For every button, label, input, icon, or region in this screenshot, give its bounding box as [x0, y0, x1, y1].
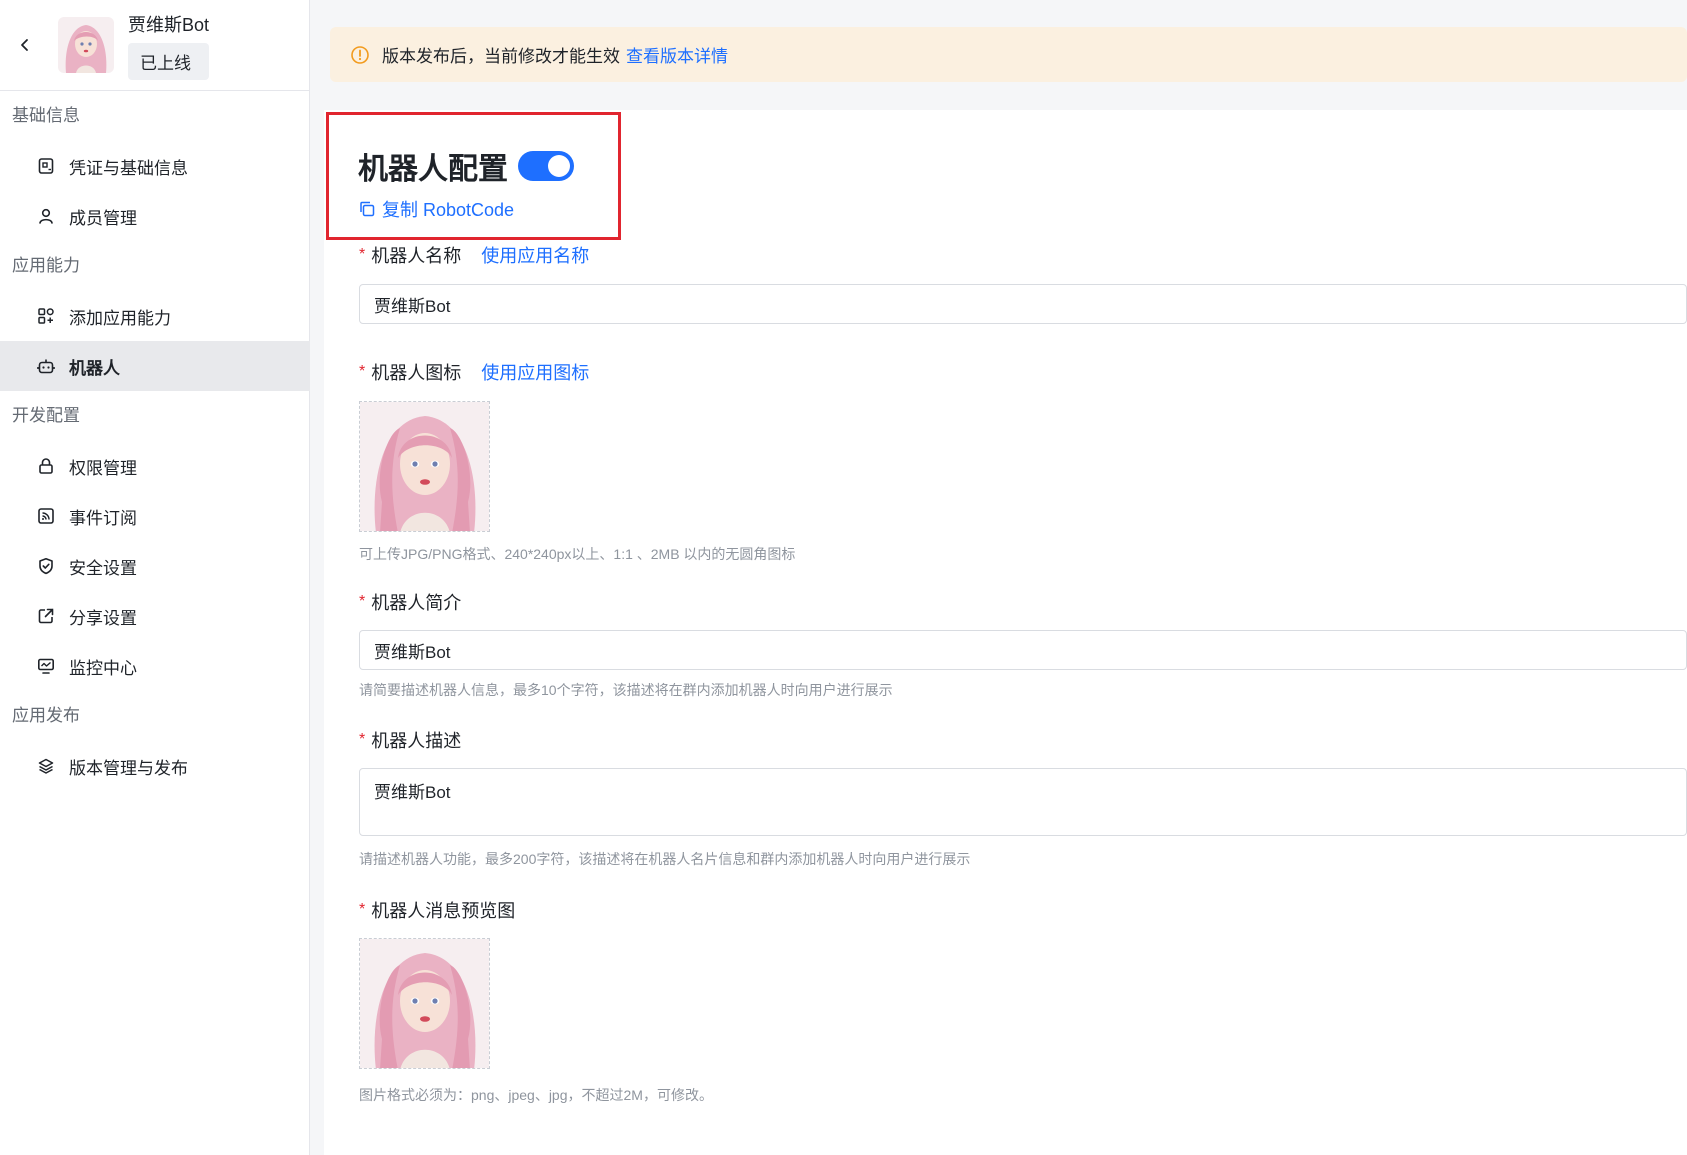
sidebar-item-robot[interactable]: 机器人	[0, 341, 310, 391]
sidebar-item-label: 监控中心	[69, 658, 137, 678]
sidebar-item-label: 添加应用能力	[69, 308, 171, 328]
sidebar-item-label: 版本管理与发布	[69, 758, 188, 778]
robot-config-form: 机器人配置 复制 RobotCode * 机器人名称 使用应用名称 * 机器人图…	[324, 110, 1687, 1155]
sidebar-item-label: 安全设置	[69, 558, 137, 578]
robot-intro-input[interactable]	[359, 630, 1687, 670]
page-title: 机器人配置	[358, 153, 508, 186]
app-root: 贾维斯Bot 已上线 基础信息 凭证与基础信息 成员管理 应用能力 添加应用能力	[0, 0, 1687, 1155]
toggle-knob	[548, 155, 570, 177]
robot-config-header: 机器人配置	[358, 144, 574, 188]
app-meta: 贾维斯Bot 已上线	[128, 11, 210, 80]
sidebar-item-label: 事件订阅	[69, 508, 137, 528]
app-header: 贾维斯Bot 已上线	[0, 0, 309, 91]
robot-icon	[36, 356, 56, 376]
sidebar-item-events[interactable]: 事件订阅	[0, 491, 309, 541]
shield-icon	[36, 556, 56, 576]
robot-description-label: * 机器人描述	[359, 727, 461, 753]
robot-icon-image	[360, 402, 489, 531]
nav-group-title: 应用发布	[12, 706, 80, 725]
main-panel: 版本发布后，当前修改才能生效 查看版本详情 机器人配置 复制 RobotCode…	[310, 0, 1687, 1155]
notice-text: 版本发布后，当前修改才能生效	[382, 47, 620, 66]
version-details-link[interactable]: 查看版本详情	[626, 42, 728, 67]
apps-add-icon	[36, 306, 56, 326]
field-label-text: 机器人图标	[371, 363, 462, 383]
sidebar-item-monitor[interactable]: 监控中心	[0, 641, 309, 691]
sidebar-item-label: 成员管理	[69, 208, 137, 228]
release-notice: 版本发布后，当前修改才能生效 查看版本详情	[330, 27, 1687, 82]
sidebar: 贾维斯Bot 已上线 基础信息 凭证与基础信息 成员管理 应用能力 添加应用能力	[0, 0, 310, 1155]
back-button[interactable]	[10, 30, 40, 60]
robot-icon-label: * 机器人图标 使用应用图标	[359, 359, 589, 385]
use-app-name-link[interactable]: 使用应用名称	[481, 242, 589, 268]
sidebar-item-security[interactable]: 安全设置	[0, 541, 309, 591]
status-badge: 已上线	[128, 42, 210, 80]
robot-preview-image	[360, 939, 489, 1068]
required-mark: *	[359, 731, 366, 748]
sidebar-item-add-capability[interactable]: 添加应用能力	[0, 291, 309, 341]
lock-icon	[36, 456, 56, 476]
field-label-text: 机器人描述	[371, 731, 462, 751]
robot-preview-label: * 机器人消息预览图	[359, 897, 515, 923]
sidebar-item-credentials[interactable]: 凭证与基础信息	[0, 141, 309, 191]
sidebar-item-versions[interactable]: 版本管理与发布	[0, 741, 309, 791]
layers-icon	[36, 756, 56, 776]
robot-description-textarea[interactable]: 贾维斯Bot	[359, 768, 1687, 836]
robot-icon-upload[interactable]	[359, 401, 490, 532]
sidebar-item-share[interactable]: 分享设置	[0, 591, 309, 641]
rss-icon	[36, 506, 56, 526]
sidebar-item-label: 分享设置	[69, 608, 137, 628]
copy-robotcode-button[interactable]: 复制 RobotCode	[358, 196, 514, 222]
field-label-text: 机器人名称	[371, 246, 462, 266]
app-name: 贾维斯Bot	[128, 14, 210, 35]
robot-intro-hint: 请简要描述机器人信息，最多10个字符，该描述将在群内添加机器人时向用户进行展示	[359, 682, 893, 698]
robot-preview-hint: 图片格式必须为：png、jpeg、jpg，不超过2M，可修改。	[359, 1087, 713, 1103]
info-warning-icon	[351, 45, 369, 64]
sidebar-item-members[interactable]: 成员管理	[0, 191, 309, 241]
chevron-left-icon	[21, 39, 28, 51]
robot-intro-label: * 机器人简介	[359, 589, 461, 615]
robot-preview-upload[interactable]	[359, 938, 490, 1069]
avatar-illustration	[58, 17, 114, 73]
nav-group-title: 应用能力	[12, 256, 80, 275]
copy-icon	[360, 201, 375, 217]
credential-icon	[36, 156, 56, 176]
robot-icon-hint: 可上传JPG/PNG格式、240*240px以上、1:1 、2MB 以内的无圆角…	[359, 546, 796, 562]
use-app-icon-link[interactable]: 使用应用图标	[481, 359, 589, 385]
required-mark: *	[359, 593, 366, 610]
field-label-text: 机器人简介	[371, 593, 462, 613]
sidebar-item-permissions[interactable]: 权限管理	[0, 441, 309, 491]
sidebar-item-label: 凭证与基础信息	[69, 158, 188, 178]
robot-name-input[interactable]	[359, 284, 1687, 324]
app-avatar	[58, 17, 114, 73]
robot-enable-toggle[interactable]	[518, 151, 574, 181]
required-mark: *	[359, 363, 366, 380]
nav-group-title: 基础信息	[12, 106, 80, 125]
robot-description-hint: 请描述机器人功能，最多200字符，该描述将在机器人名片信息和群内添加机器人时向用…	[359, 851, 971, 867]
robot-name-label: * 机器人名称 使用应用名称	[359, 242, 589, 268]
monitor-icon	[36, 656, 56, 676]
sidebar-item-label: 机器人	[69, 358, 120, 378]
copy-robotcode-label: 复制 RobotCode	[382, 200, 515, 220]
sidebar-item-label: 权限管理	[69, 458, 137, 478]
nav-group-title: 开发配置	[12, 406, 80, 425]
field-label-text: 机器人消息预览图	[371, 901, 516, 921]
user-icon	[36, 206, 56, 226]
required-mark: *	[359, 246, 366, 263]
required-mark: *	[359, 901, 366, 918]
share-icon	[36, 606, 56, 626]
